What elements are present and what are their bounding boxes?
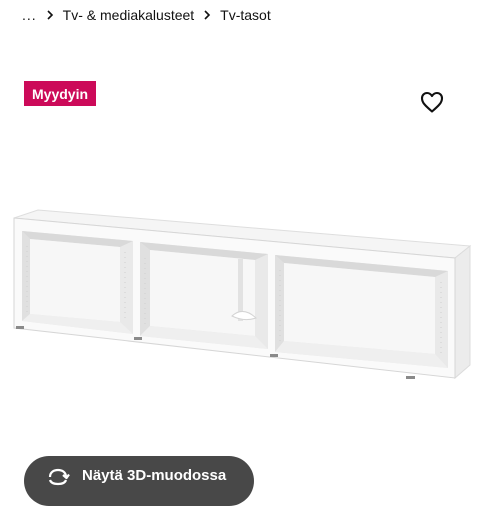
breadcrumb-item-tv-media-furniture[interactable]: Tv- & mediakalusteet (63, 7, 195, 23)
view-in-3d-button[interactable]: Näytä 3D-muodossa (24, 456, 254, 506)
view-in-3d-label: Näytä 3D-muodossa (82, 467, 227, 484)
rotate-3d-icon (48, 468, 70, 486)
breadcrumb: ... Tv- & mediakalusteet Tv-tasot (22, 4, 271, 26)
chevron-right-icon (194, 4, 220, 26)
product-image (13, 209, 472, 380)
favorite-button[interactable] (418, 88, 446, 116)
chevron-right-icon (37, 4, 63, 26)
bestseller-badge: Myydyin (24, 81, 97, 106)
breadcrumb-ellipsis[interactable]: ... (22, 7, 37, 23)
breadcrumb-item-tv-benches[interactable]: Tv-tasot (220, 7, 271, 23)
heart-outline-icon (420, 91, 444, 113)
